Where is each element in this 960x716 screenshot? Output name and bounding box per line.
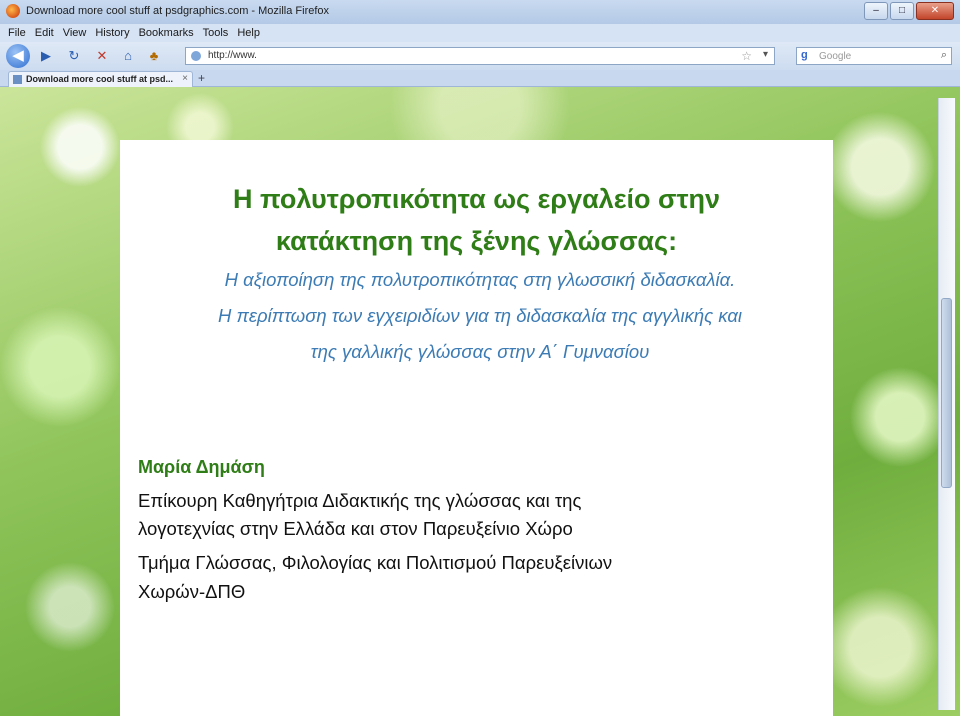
google-icon: g — [801, 49, 808, 61]
menu-view[interactable]: View — [63, 24, 87, 42]
affiliation-line4: Χωρών-ΔΠΘ — [138, 581, 246, 602]
menu-edit[interactable]: Edit — [35, 24, 54, 42]
globe-icon — [191, 51, 201, 61]
new-tab-icon[interactable]: + — [198, 71, 205, 85]
title-bar: Download more cool stuff at psdgraphics.… — [0, 0, 960, 24]
menu-history[interactable]: History — [95, 24, 129, 42]
window-title: Download more cool stuff at psdgraphics.… — [26, 5, 330, 17]
author-name: Μαρία Δημάση — [138, 457, 265, 477]
close-button[interactable]: ✕ — [916, 2, 954, 20]
affiliation-line1: Επίκουρη Καθηγήτρια Διδακτικής της γλώσσ… — [138, 490, 582, 511]
search-placeholder: Google — [819, 51, 852, 62]
maximize-button[interactable]: □ — [890, 2, 914, 20]
search-input[interactable]: g Google ⌕ — [796, 47, 952, 65]
menu-bookmarks[interactable]: Bookmarks — [139, 24, 194, 42]
minimize-button[interactable]: – — [864, 2, 888, 20]
page-icon — [13, 75, 22, 84]
close-tab-icon[interactable]: × — [182, 73, 188, 84]
slide-subtitle-line3: της γαλλικής γλώσσας στην Α΄ Γυμνασίου — [310, 341, 650, 362]
affiliation-line3: Τμήμα Γλώσσας, Φιλολογίας και Πολιτισμού… — [138, 552, 613, 573]
menu-help[interactable]: Help — [237, 24, 260, 42]
bookmark-icon[interactable]: ♣ — [144, 46, 164, 66]
back-icon[interactable]: ◀ — [6, 44, 30, 68]
tab-current[interactable]: Download more cool stuff at psd... × — [8, 71, 193, 87]
slide-subtitle-line2: Η περίπτωση των εγχειριδίων για τη διδασ… — [218, 305, 742, 326]
search-icon[interactable]: ⌕ — [941, 49, 947, 62]
scroll-thumb[interactable] — [941, 298, 952, 488]
dropdown-icon[interactable]: ▾ — [763, 49, 768, 60]
tab-bar: Download more cool stuff at psd... × + — [0, 70, 960, 87]
affiliation-line2: λογοτεχνίας στην Ελλάδα και στον Παρευξε… — [138, 518, 573, 539]
tab-label: Download more cool stuff at psd... — [26, 74, 174, 84]
vertical-scrollbar[interactable] — [938, 98, 955, 710]
slide-title-line1: Η πολυτροπικότητα ως εργαλείο στην — [232, 184, 721, 214]
menu-bar: File Edit View History Bookmarks Tools H… — [0, 24, 960, 42]
url-text: http://www. — [208, 50, 257, 61]
forward-icon[interactable]: ▶ — [36, 46, 56, 66]
home-icon[interactable]: ⌂ — [118, 46, 138, 66]
menu-file[interactable]: File — [8, 24, 26, 42]
url-bar[interactable]: http://www. ☆ ▾ — [185, 47, 775, 65]
navigation-toolbar: ◀ ▶ ↻ ✕ ⌂ ♣ http://www. ☆ ▾ g Google ⌕ — [0, 42, 960, 70]
window-controls: – □ ✕ — [864, 2, 954, 20]
firefox-icon — [6, 4, 20, 18]
menu-tools[interactable]: Tools — [203, 24, 229, 42]
slide-title-line2: κατάκτηση της ξένης γλώσσας: — [275, 226, 678, 256]
slide-subtitle-line1: Η αξιοποίηση της πολυτροπικότητας στη γλ… — [224, 269, 736, 290]
star-icon[interactable]: ☆ — [741, 49, 752, 63]
stop-icon[interactable]: ✕ — [92, 46, 112, 66]
reload-icon[interactable]: ↻ — [64, 46, 84, 66]
